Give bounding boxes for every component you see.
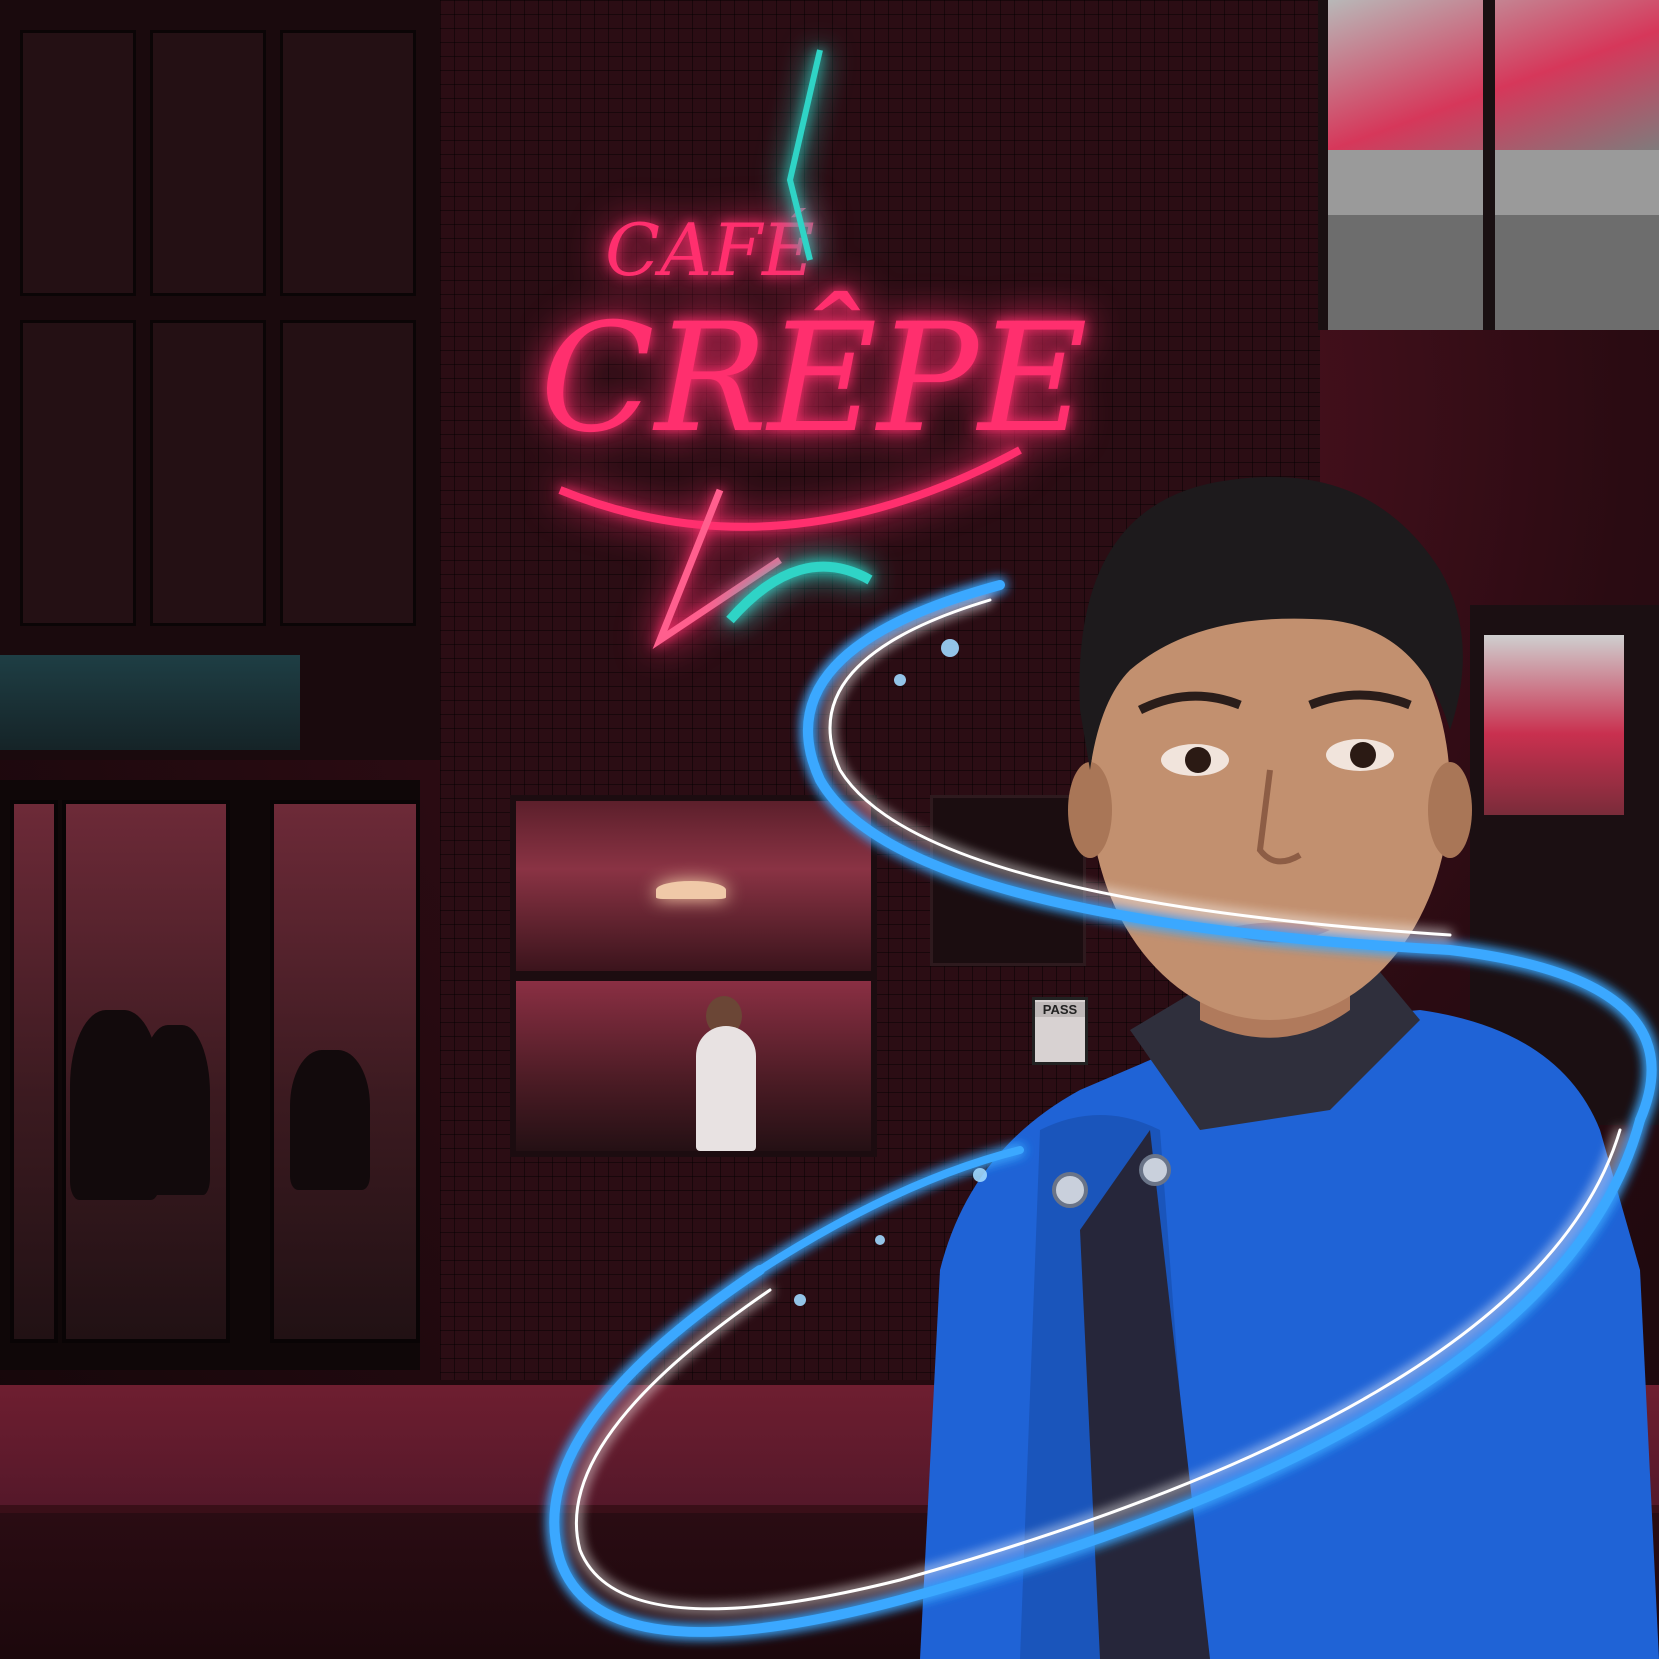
left-building-facade — [0, 0, 440, 760]
eye — [1185, 747, 1211, 773]
upper-right-window — [1318, 0, 1659, 330]
door-glass-panel — [10, 800, 58, 1343]
seated-customer — [140, 1025, 210, 1195]
cafe-front-window — [510, 795, 877, 1157]
eye — [1350, 742, 1376, 768]
jacket-button — [1052, 1172, 1088, 1208]
sign-line1: CAFÉ — [605, 207, 815, 292]
pendant-lamp — [656, 881, 726, 899]
photo-scene: CAFÉ CRÊPE PASS — [0, 0, 1659, 1659]
seated-customer — [290, 1050, 370, 1190]
jacket-button — [1139, 1154, 1171, 1186]
chef — [696, 1026, 756, 1151]
boy-portrait — [920, 476, 1659, 1659]
teal-window-strip — [0, 655, 300, 750]
